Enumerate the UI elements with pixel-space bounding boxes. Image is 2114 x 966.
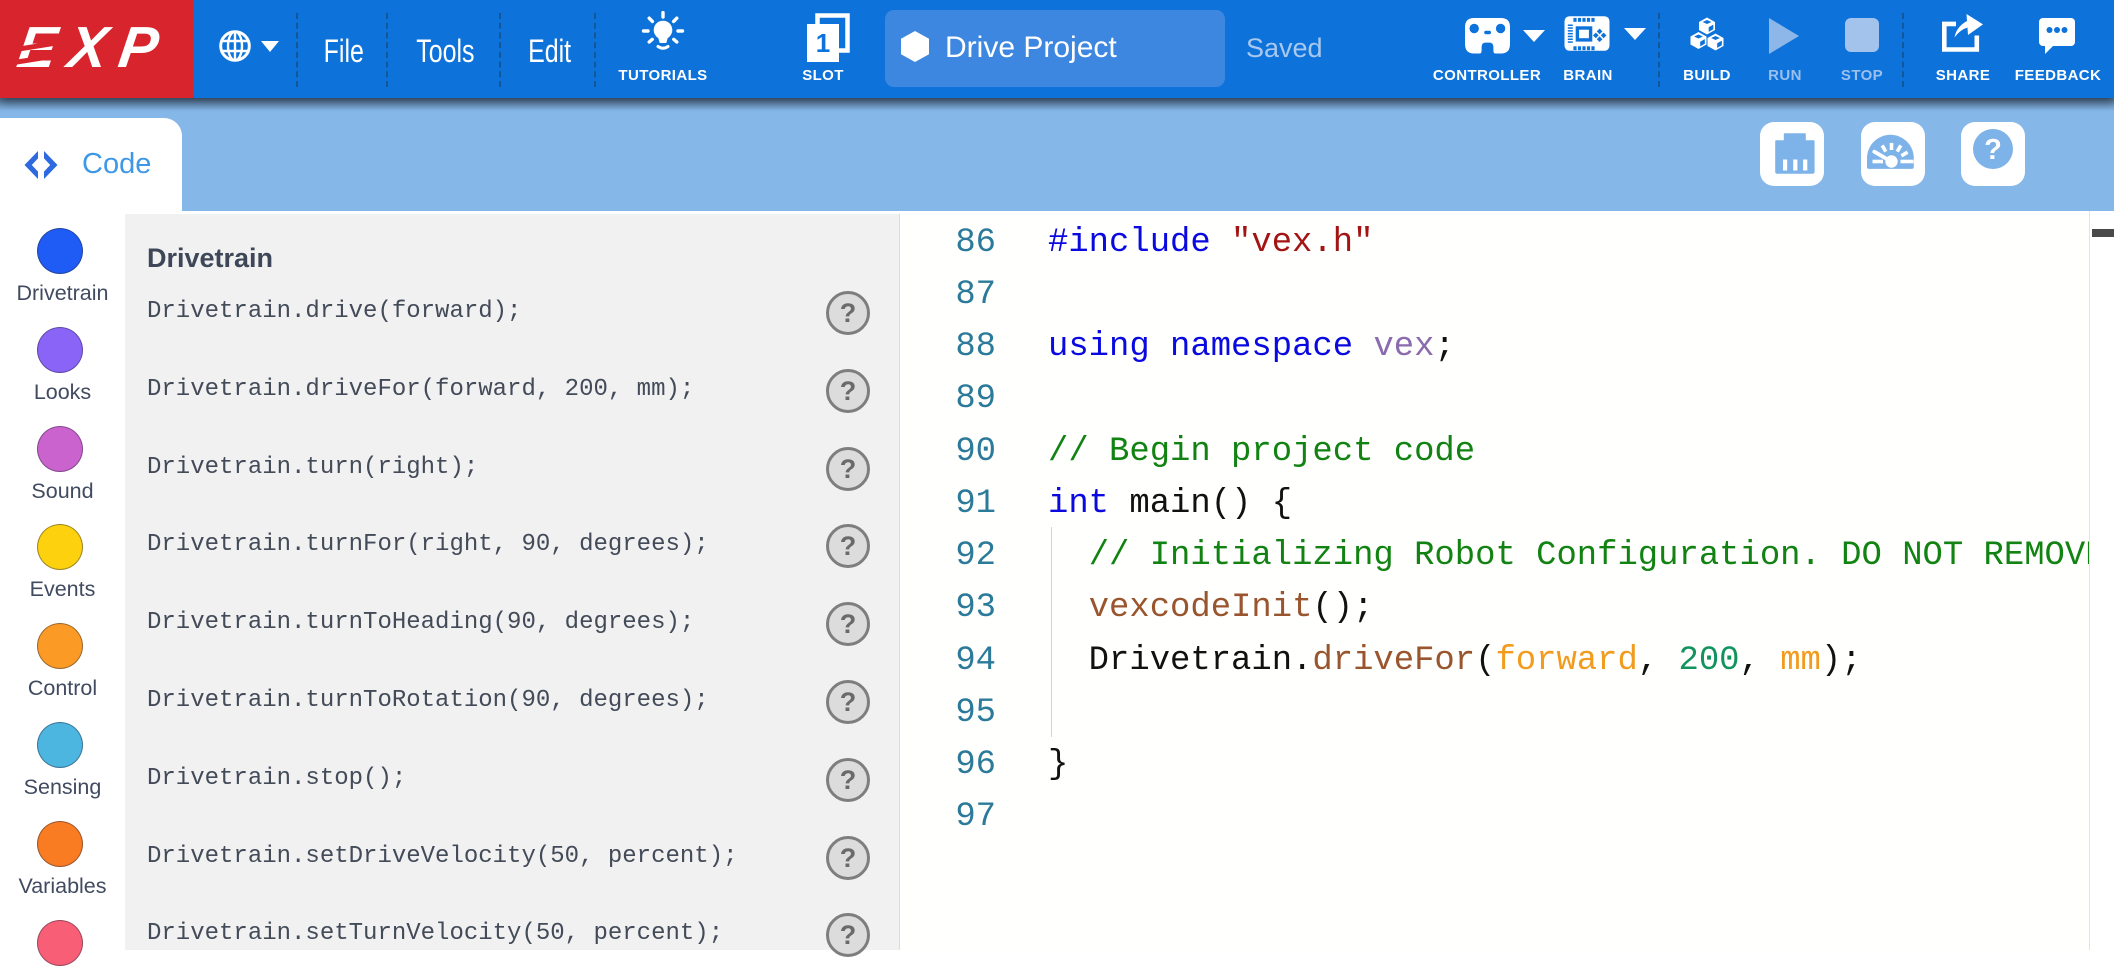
svg-text:?: ? (1984, 134, 2002, 166)
svg-text:1: 1 (816, 28, 830, 58)
